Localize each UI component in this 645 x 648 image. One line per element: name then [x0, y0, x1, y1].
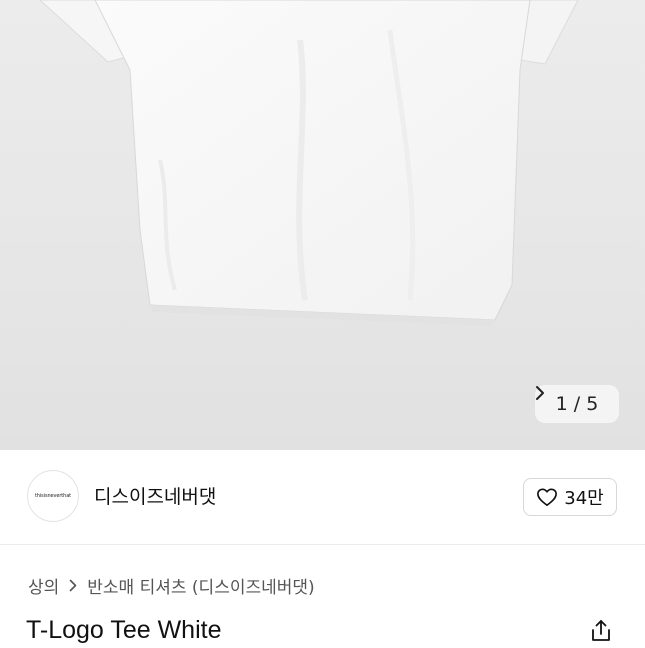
product-image-gallery[interactable]: 1 / 5	[0, 0, 645, 450]
seller-avatar[interactable]: thisisneverthat	[27, 470, 79, 522]
product-title: T-Logo Tee White	[26, 616, 222, 644]
tshirt-image	[39, 0, 579, 326]
breadcrumb-item-subcategory[interactable]: 반소매 티셔츠 (디스이즈네버댓)	[87, 573, 314, 598]
chevron-right-icon	[536, 386, 544, 400]
share-icon	[592, 620, 610, 641]
share-button[interactable]	[588, 618, 614, 644]
heart-outline-icon	[537, 488, 558, 506]
like-button[interactable]: 34만	[523, 478, 617, 516]
image-counter-text: 1 / 5	[555, 393, 599, 415]
chevron-right-icon	[69, 579, 77, 592]
breadcrumb-item-category[interactable]: 상의	[28, 573, 59, 598]
image-counter-button[interactable]: 1 / 5	[535, 385, 619, 423]
seller-section: thisisneverthat 디스이즈네버댓 34만	[0, 450, 645, 545]
seller-logo: thisisneverthat	[34, 493, 72, 499]
seller-name[interactable]: 디스이즈네버댓	[94, 482, 216, 509]
like-count: 34만	[564, 488, 604, 509]
breadcrumb: 상의 반소매 티셔츠 (디스이즈네버댓)	[28, 573, 315, 598]
